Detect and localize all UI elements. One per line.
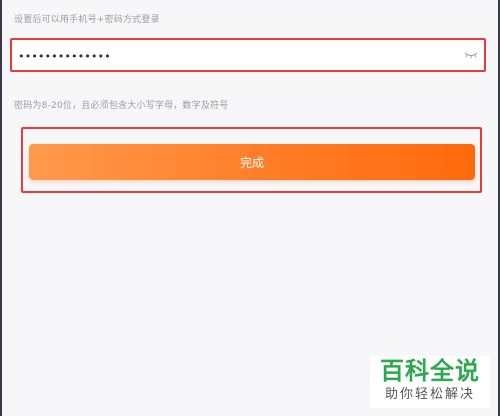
watermark-logo: 百科全说 助你轻松解决 bbox=[370, 356, 490, 408]
eye-closed-icon[interactable] bbox=[464, 50, 478, 60]
password-hint: 密码为8-20位，且必须包含大小写字母，数字及符号 bbox=[14, 101, 229, 111]
watermark-title: 百科全说 bbox=[380, 357, 480, 385]
password-input[interactable] bbox=[16, 43, 460, 69]
submit-highlight: 完成 bbox=[21, 127, 482, 193]
app-frame: 设置后可以用手机号+密码方式登录 密码为8-20位，且必须包含大小写字母，数字及… bbox=[2, 0, 498, 416]
watermark-subtitle: 助你轻松解决 bbox=[384, 387, 475, 402]
password-field-container[interactable] bbox=[10, 38, 486, 72]
page-subtitle: 设置后可以用手机号+密码方式登录 bbox=[14, 15, 160, 25]
submit-button[interactable]: 完成 bbox=[29, 144, 475, 180]
